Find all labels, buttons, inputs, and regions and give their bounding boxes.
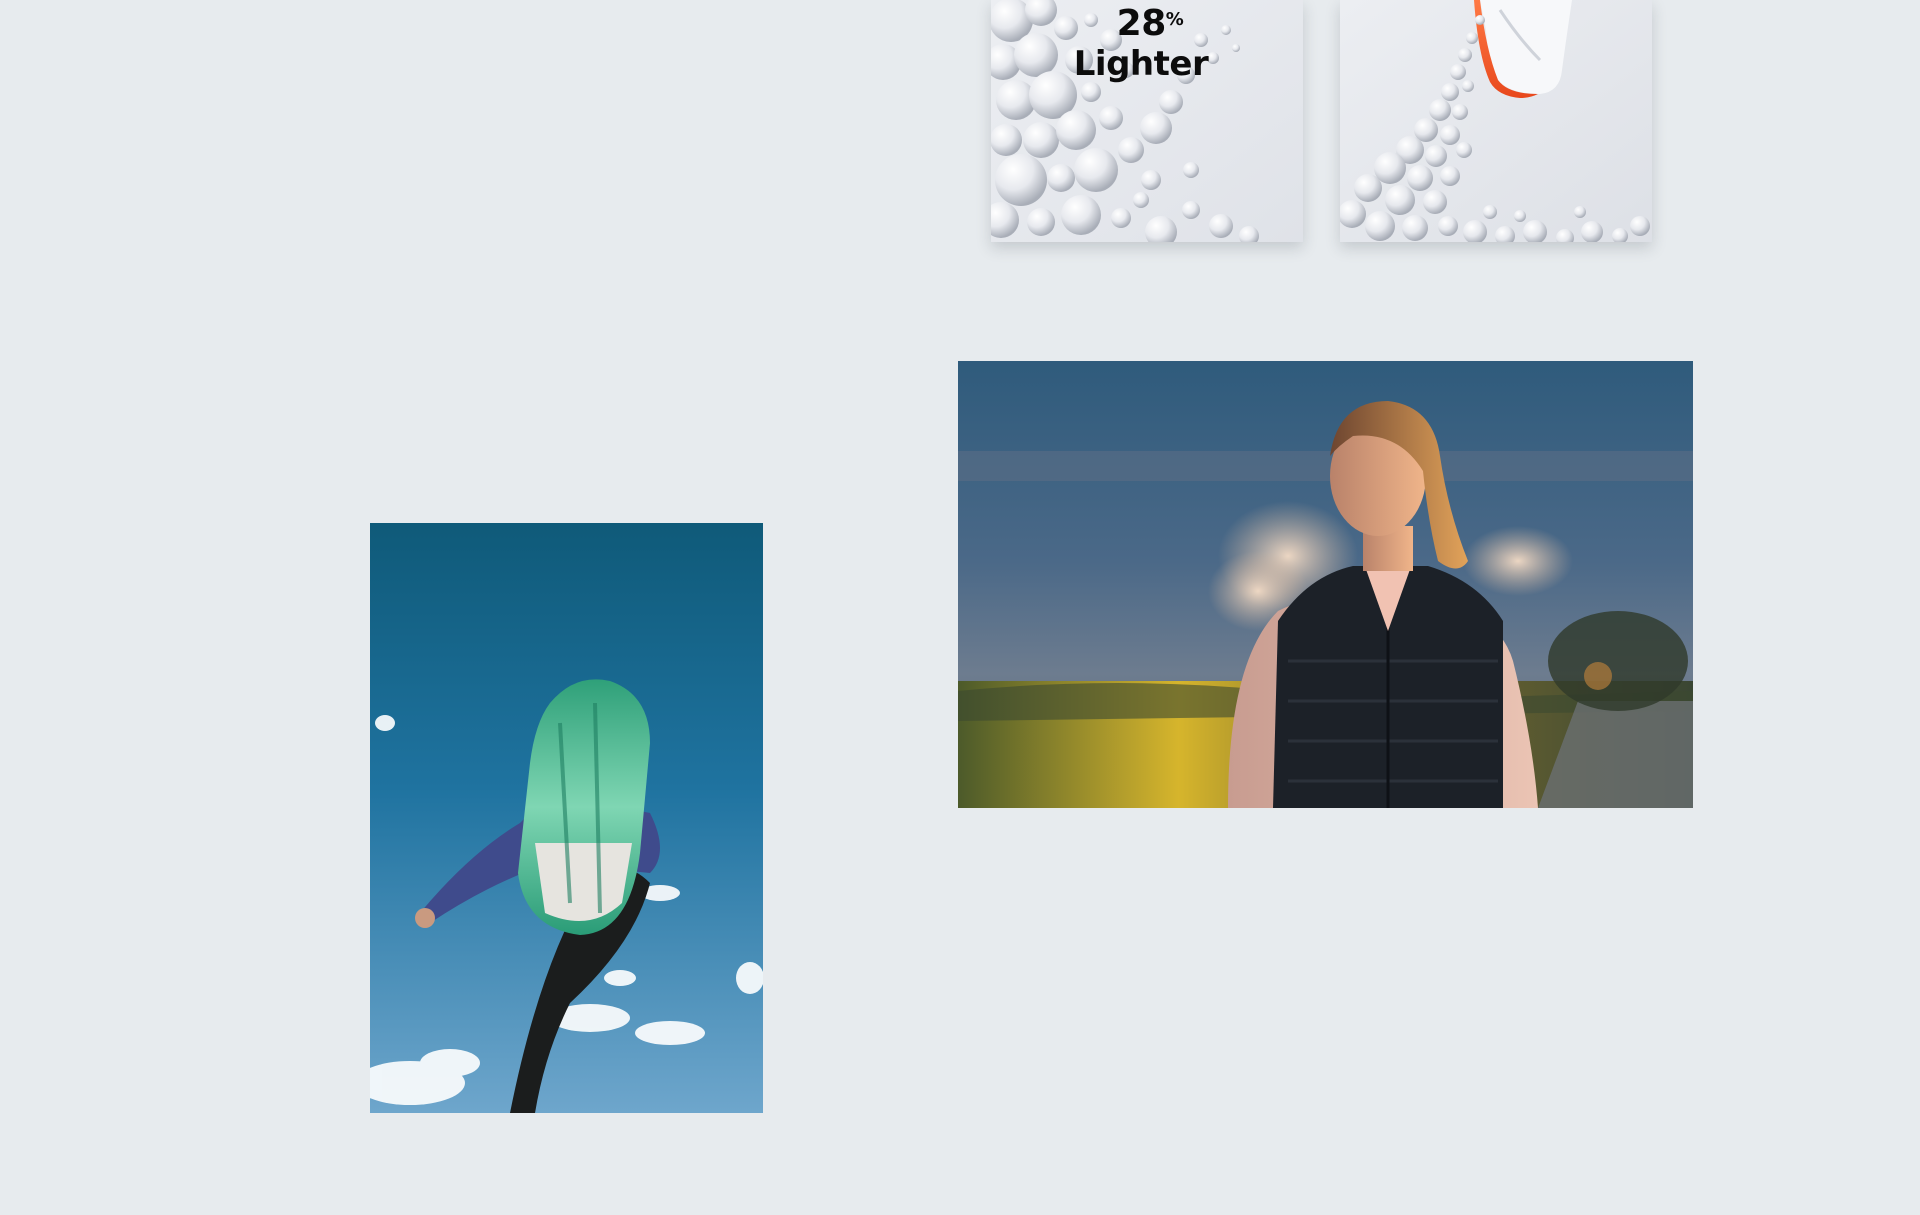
lighter-foam-image[interactable]: 28% Lighter <box>991 0 1303 242</box>
lighter-caption: 28% Lighter <box>991 3 1303 85</box>
lighter-percent: 28% <box>1116 3 1184 44</box>
shoe-bubbles-image[interactable] <box>1340 0 1652 242</box>
shoe-illustration <box>1340 0 1652 242</box>
image-gallery: 28% Lighter <box>0 0 1920 1215</box>
lighter-word: Lighter <box>1073 44 1209 84</box>
runner-portrait-illustration <box>958 361 1693 808</box>
runner-portrait-photo[interactable] <box>958 361 1693 808</box>
shoe-sole-sky-photo[interactable] <box>370 523 763 1113</box>
sole-sky-illustration <box>370 523 763 1113</box>
